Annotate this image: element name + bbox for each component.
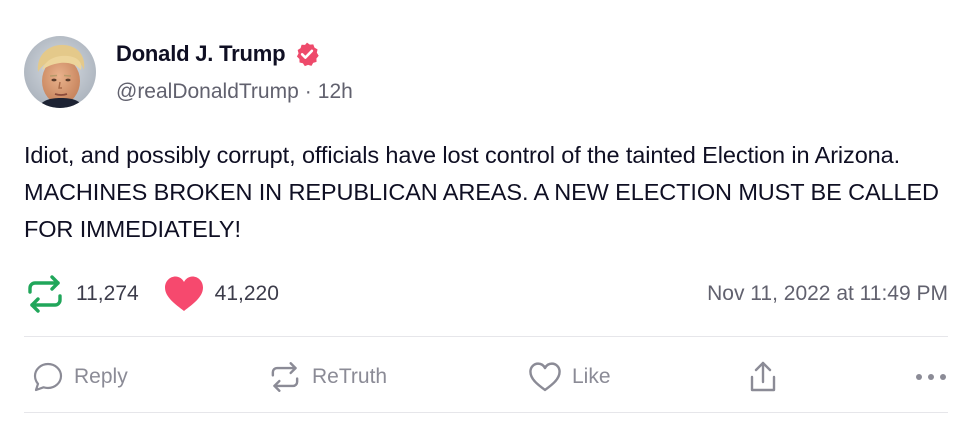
verified-badge-icon (294, 41, 320, 67)
truth-post: Donald J. Trump @realDonaldTrump · 12h I… (0, 0, 980, 434)
retruth-count-value: 11,274 (76, 282, 139, 305)
divider (24, 412, 948, 413)
like-count-value: 41,220 (214, 282, 279, 305)
post-stats: 11,274 41,220 Nov 11, 2022 at 11:49 PM (24, 274, 948, 314)
heart-outline-icon (528, 361, 562, 393)
author-name-row: Donald J. Trump (116, 40, 320, 68)
retruth-button[interactable]: ReTruth (268, 355, 387, 399)
share-icon (748, 360, 778, 394)
retruth-icon (268, 361, 302, 393)
heart-icon (163, 275, 205, 313)
reply-button[interactable]: Reply (32, 355, 128, 399)
more-horizontal-icon (914, 372, 948, 382)
like-count[interactable]: 41,220 (163, 275, 279, 313)
relative-time: 12h (317, 80, 353, 103)
like-label: Like (572, 365, 611, 388)
post-timestamp[interactable]: Nov 11, 2022 at 11:49 PM (707, 282, 948, 306)
retruth-count[interactable]: 11,274 (24, 275, 139, 313)
post-actions: Reply ReTruth Like (24, 355, 948, 399)
more-options-button[interactable] (914, 355, 948, 399)
like-button[interactable]: Like (528, 355, 611, 399)
separator: · (304, 80, 312, 103)
display-name[interactable]: Donald J. Trump (116, 41, 286, 67)
avatar[interactable] (24, 36, 96, 108)
handle[interactable]: @realDonaldTrump (116, 80, 299, 104)
avatar-image (24, 36, 96, 108)
retruth-label: ReTruth (312, 365, 388, 388)
comment-icon (32, 361, 64, 393)
share-button[interactable] (748, 355, 778, 399)
handle-row: @realDonaldTrump · 12h (116, 80, 353, 104)
reply-label: Reply (74, 365, 128, 388)
retruth-icon (24, 275, 66, 313)
divider (24, 336, 948, 337)
post-text: Idiot, and possibly corrupt, officials h… (24, 142, 939, 242)
